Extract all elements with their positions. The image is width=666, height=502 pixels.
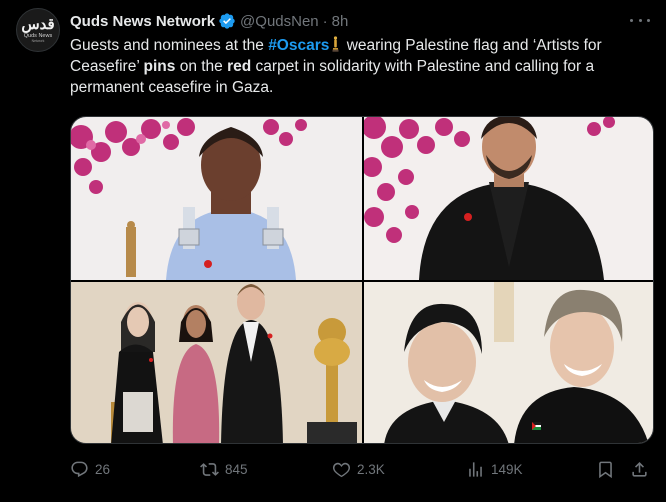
like-count: 2.3K (357, 461, 385, 477)
bookmark-icon (599, 461, 612, 478)
avatar-logo-arabic: قدس (21, 15, 55, 33)
photo-group-oscar-statue[interactable] (71, 282, 362, 443)
timestamp[interactable]: 8h (332, 13, 349, 30)
handle[interactable]: @QudsNen (240, 13, 319, 30)
tweet-text-part: on the (175, 58, 228, 75)
analytics-icon (469, 461, 482, 477)
photo-man-black-suit[interactable] (364, 117, 653, 280)
share-button[interactable] (630, 456, 649, 482)
heart-icon (332, 462, 351, 477)
verified-badge-icon (219, 13, 235, 29)
separator-dot: · (322, 12, 328, 30)
photo-two-men-smiling[interactable] (364, 282, 653, 443)
bold-text: pins (143, 58, 176, 75)
reply-icon (71, 461, 88, 477)
tweet-text: Guests and nominees at the #Oscars weari… (70, 35, 658, 98)
bold-text: red (227, 58, 252, 75)
more-options-icon[interactable] (630, 10, 650, 30)
tweet-text-part: Guests and nominees at the (70, 37, 269, 54)
share-icon (632, 461, 647, 477)
tweet[interactable]: قدس Quds News Network Quds News Network … (0, 0, 666, 502)
view-count: 149K (491, 461, 523, 477)
oscar-statue-icon (332, 36, 339, 52)
repost-button[interactable]: 845 (200, 456, 248, 482)
avatar[interactable]: قدس Quds News Network (16, 8, 60, 52)
hashtag-link[interactable]: #Oscars (268, 37, 329, 54)
display-name[interactable]: Quds News Network (70, 13, 215, 30)
like-button[interactable]: 2.3K (332, 456, 385, 482)
photo-woman-blue-dress[interactable] (71, 117, 362, 280)
views-button[interactable]: 149K (466, 456, 523, 482)
avatar-logo-subtext: Network (31, 39, 45, 43)
reply-button[interactable]: 26 (70, 456, 110, 482)
tweet-actions: 26 845 2.3K 149K (70, 456, 654, 482)
tweet-header: Quds News Network @QudsNen · 8h (70, 11, 348, 31)
repost-icon (200, 462, 219, 476)
reply-count: 26 (95, 461, 111, 477)
media-grid (70, 116, 654, 444)
bookmark-button[interactable] (596, 456, 615, 482)
repost-count: 845 (225, 461, 248, 477)
